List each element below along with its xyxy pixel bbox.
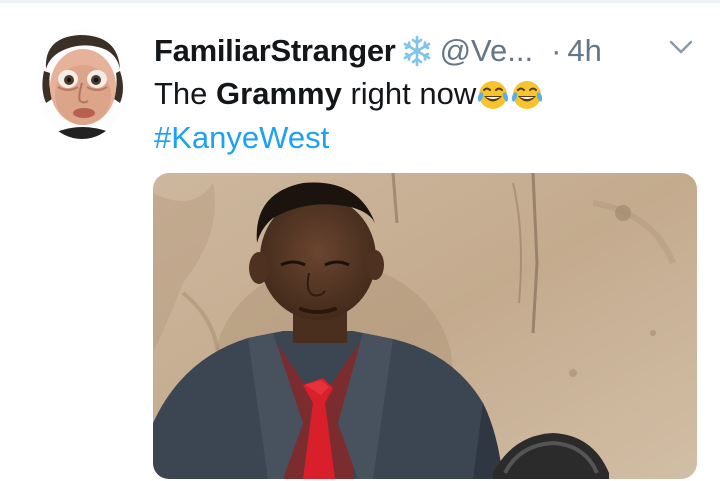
avatar[interactable] xyxy=(36,29,128,139)
divider xyxy=(0,0,720,3)
text-bold: Grammy xyxy=(216,76,342,111)
tweet-photo[interactable] xyxy=(153,173,697,479)
chevron-down-icon[interactable] xyxy=(668,37,694,57)
tweet-text: The Grammy right now xyxy=(154,74,544,114)
face-with-tears-of-joy-icon xyxy=(476,77,510,111)
text-after: right now xyxy=(341,76,477,111)
snowflake-icon xyxy=(400,34,434,68)
tweet-card[interactable]: FamiliarStranger @Ve... · 4h The Grammy … xyxy=(0,0,720,481)
hashtag-link[interactable]: #KanyeWest xyxy=(154,118,329,158)
display-name[interactable]: FamiliarStranger xyxy=(154,33,396,69)
face-with-tears-of-joy-icon xyxy=(510,77,544,111)
timestamp[interactable]: 4h xyxy=(567,33,601,69)
tweet-header: FamiliarStranger @Ve... · 4h xyxy=(154,30,602,72)
avatar-image xyxy=(36,29,128,139)
separator: · xyxy=(551,33,562,68)
text-before: The xyxy=(154,76,217,111)
photo-image xyxy=(153,173,697,479)
user-handle[interactable]: @Ve... xyxy=(440,33,534,69)
